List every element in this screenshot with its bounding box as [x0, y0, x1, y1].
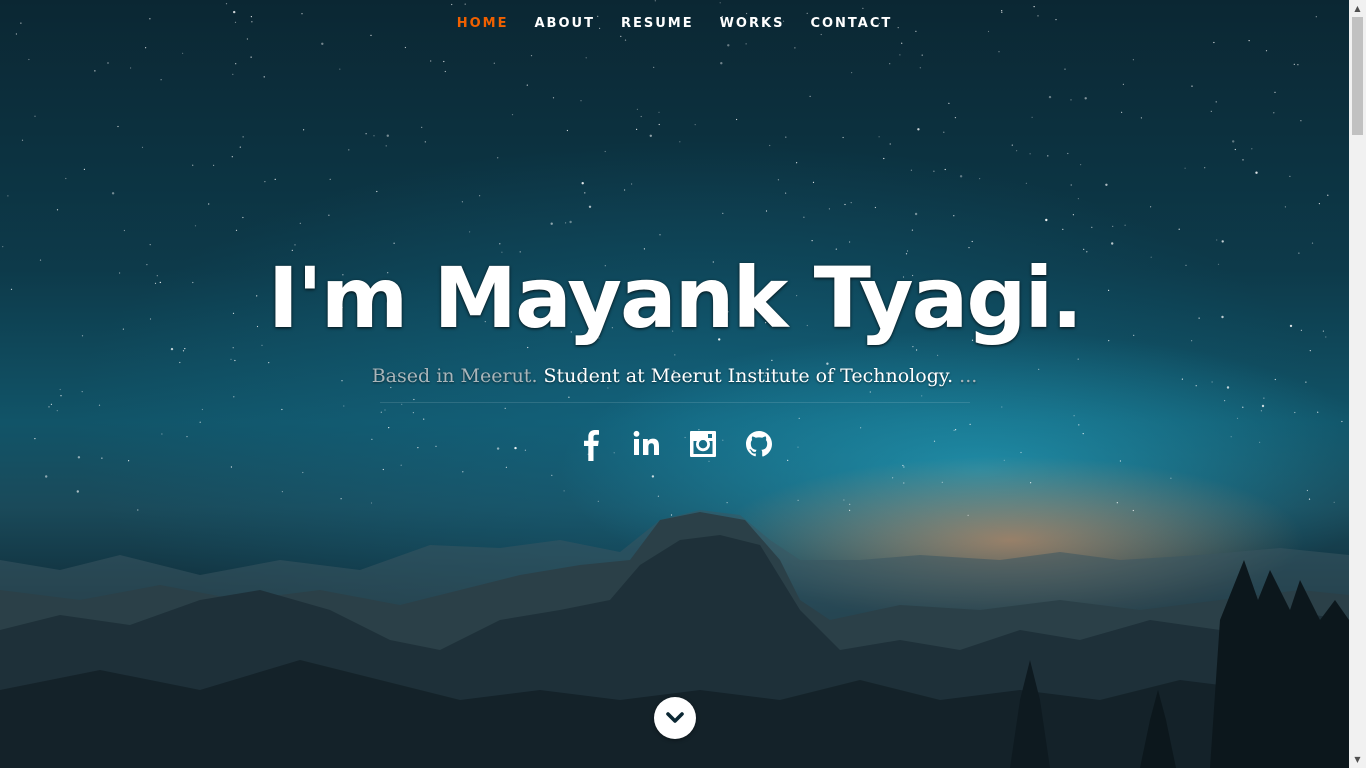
scroll-down-button[interactable]: [654, 697, 696, 739]
subline-trail: ...: [959, 365, 978, 387]
main-nav: HOME ABOUT RESUME WORKS CONTACT: [0, 12, 1349, 35]
chevron-down-icon: [666, 712, 684, 723]
facebook-link[interactable]: [574, 427, 608, 461]
facebook-icon: [583, 430, 599, 461]
banner: I'm Mayank Tyagi. Based in Meerut. Stude…: [0, 250, 1349, 461]
headline: I'm Mayank Tyagi.: [267, 249, 1083, 347]
subline-school: Student at Meerut Institute of Technolog…: [543, 365, 954, 387]
linkedin-icon: [633, 430, 659, 455]
social-links: [0, 427, 1349, 461]
github-link[interactable]: [742, 427, 776, 461]
github-icon: [745, 431, 772, 457]
nav-item-works[interactable]: WORKS: [720, 16, 785, 31]
instagram-icon: [689, 431, 716, 457]
nav-item-contact[interactable]: CONTACT: [810, 16, 892, 31]
scroll-up-arrow-icon[interactable]: ▲: [1349, 0, 1366, 17]
scrollbar-thumb[interactable]: [1352, 17, 1363, 135]
instagram-link[interactable]: [686, 427, 720, 461]
scrollbar[interactable]: ▲ ▼: [1349, 0, 1366, 768]
nav-item-home[interactable]: HOME: [457, 16, 509, 31]
linkedin-link[interactable]: [630, 427, 664, 461]
subline-location: Based in Meerut.: [371, 365, 538, 387]
subline: Based in Meerut. Student at Meerut Insti…: [0, 364, 1349, 388]
nav-item-resume[interactable]: RESUME: [621, 16, 694, 31]
divider: [379, 402, 970, 403]
scroll-down-arrow-icon[interactable]: ▼: [1349, 751, 1366, 768]
nav-item-about[interactable]: ABOUT: [535, 16, 595, 31]
